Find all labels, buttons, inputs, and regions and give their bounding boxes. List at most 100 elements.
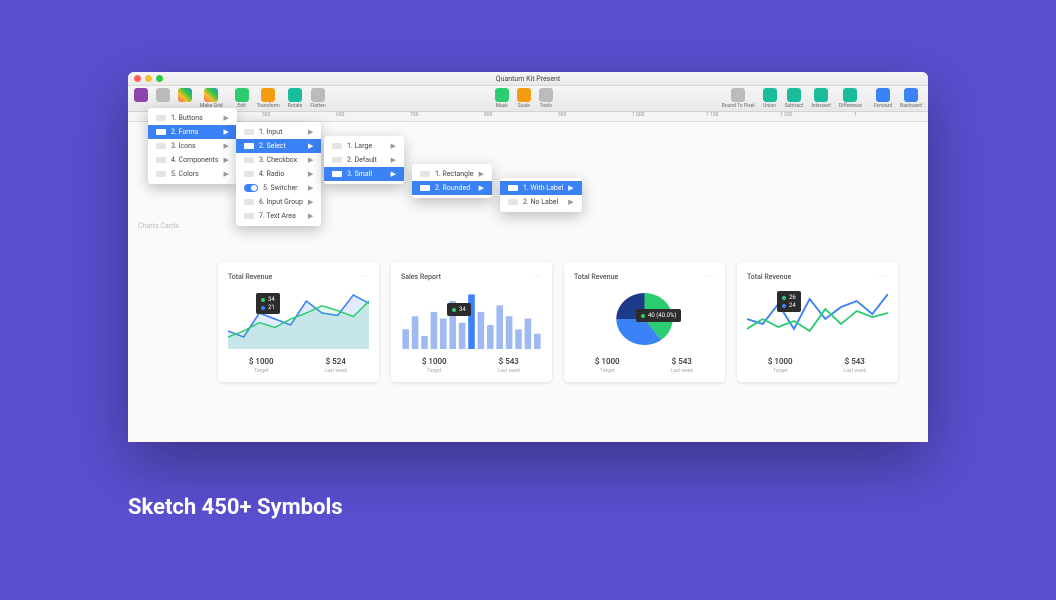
- toolbar-icon[interactable]: [134, 88, 148, 103]
- toolbar-subtract[interactable]: Subtract: [785, 88, 804, 109]
- chevron-right-icon: ▶: [479, 170, 484, 178]
- chevron-right-icon: ▶: [223, 128, 228, 136]
- swatch-icon: [156, 129, 166, 135]
- Tools-icon: [539, 88, 553, 102]
- toolbar-flatten[interactable]: Flatten: [310, 88, 325, 109]
- menu-item-5-colors[interactable]: 5. Colors▶: [148, 167, 237, 181]
- menu-item-label: 1. Input: [259, 128, 282, 136]
- toolbar-round-to-pixel[interactable]: Round To Pixel: [722, 88, 755, 109]
- toolbar: Make Grid Edit Transform Rotate Flatten Mas…: [128, 86, 928, 112]
- menu-rounded-label: 1. With Label▶2. No Label▶: [500, 178, 582, 212]
- menu-item-5-switcher[interactable]: 5. Switcher ▶: [236, 181, 321, 195]
- more-icon[interactable]: ···: [879, 272, 888, 281]
- menu-item-label: 3. Small: [347, 170, 372, 178]
- menu-item-label: 4. Components: [171, 156, 218, 164]
- toolbar-transform[interactable]: Transform: [257, 88, 280, 109]
- chart-area: 40 (40.0%): [574, 289, 715, 349]
- close-icon[interactable]: [134, 75, 141, 82]
- menu-item-label: 4. Radio: [259, 170, 284, 178]
- toolbar-mask[interactable]: Mask: [495, 88, 509, 109]
- chevron-right-icon: ▶: [308, 156, 313, 164]
- toolbar-intersect[interactable]: Intersect: [811, 88, 831, 109]
- menu-item-3-icons[interactable]: 3. Icons▶: [148, 139, 237, 153]
- swatch-icon: [244, 199, 254, 205]
- ruler: 4005006007008009001 0001 1001 2001: [128, 112, 928, 122]
- toolbar-label: Mask: [496, 103, 508, 109]
- menu-item-1-large[interactable]: 1. Large▶: [324, 139, 404, 153]
- menu-item-3-small[interactable]: 3. Small▶: [324, 167, 404, 181]
- menu-item-label: 5. Switcher: [263, 184, 298, 192]
- menu-item-7-text-area[interactable]: 7. Text Area ▶: [236, 209, 321, 223]
- chevron-right-icon: ▶: [308, 212, 313, 220]
- toolbar-label: Union: [763, 103, 776, 109]
- minimize-icon[interactable]: [145, 75, 152, 82]
- menu-item-2-select[interactable]: 2. Select▶: [236, 139, 321, 153]
- more-icon[interactable]: ···: [533, 272, 542, 281]
- menu-item-1-with-label[interactable]: 1. With Label▶: [500, 181, 582, 195]
- Transform-icon: [261, 88, 275, 102]
- toolbar-union[interactable]: Union: [763, 88, 777, 109]
- chevron-right-icon: ▶: [308, 184, 313, 192]
- chevron-right-icon: ▶: [308, 128, 313, 136]
- chart-card: Sales Report···34$ 1000Target$ 543Last w…: [391, 262, 552, 382]
- toolbar-tools[interactable]: Tools: [539, 88, 553, 109]
- toolbar-rotate[interactable]: Rotate: [288, 88, 303, 109]
- menu-item-1-buttons[interactable]: 1. Buttons▶: [148, 111, 237, 125]
- swatch-icon: [244, 129, 254, 135]
- switch-icon: [244, 184, 258, 192]
- menu-item-2-forms[interactable]: 2. Forms▶: [148, 125, 237, 139]
- menu-item-2-default[interactable]: 2. Default▶: [324, 153, 404, 167]
- Backward-icon: [904, 88, 918, 102]
- menu-item-label: 7. Text Area: [259, 212, 296, 220]
- maximize-icon[interactable]: [156, 75, 163, 82]
- menu-item-1-rectangle[interactable]: 1. Rectangle▶: [412, 167, 492, 181]
- Scale-icon: [517, 88, 531, 102]
- menu-item-2-rounded[interactable]: 2. Rounded▶: [412, 181, 492, 195]
- menu-item-6-input-group[interactable]: 6. Input Group▶: [236, 195, 321, 209]
- toolbar-label: Rotate: [288, 103, 303, 109]
- toolbar-difference[interactable]: Difference: [839, 88, 862, 109]
- chevron-right-icon: ▶: [308, 170, 313, 178]
- metric: $ 1000 Target: [228, 357, 295, 374]
- toolbar-scale[interactable]: Scale: [517, 88, 531, 109]
- chart-tooltip: 40 (40.0%): [636, 309, 681, 322]
- chart-tooltip: 34: [447, 303, 471, 316]
- dot-icon: [261, 298, 265, 302]
- toolbar-label: Subtract: [785, 103, 804, 109]
- metric: $ 543Last week: [476, 357, 543, 374]
- metric-label: Last week: [476, 368, 543, 374]
- metric-label: Last week: [303, 368, 370, 374]
- chart-area: 34: [401, 289, 542, 349]
- menu-item-label: 1. Buttons: [171, 114, 203, 122]
- ruler-tick: 1: [854, 112, 928, 121]
- toolbar-icon[interactable]: [156, 88, 170, 103]
- metric-value: $ 1000: [228, 357, 295, 366]
- marketing-caption: Sketch 450+ Symbols: [128, 495, 343, 520]
- metric-value: $ 524: [303, 357, 370, 366]
- tooltip-value: 21: [268, 304, 275, 311]
- menu-forms: 1. Input ▶ 2. Select▶3. Checkbox▶ 4. Radio ▶…: [236, 122, 321, 226]
- chevron-right-icon: ▶: [223, 170, 228, 178]
- dot-icon: [782, 296, 786, 300]
- tooltip-value: 24: [789, 302, 796, 309]
- swatch-icon: [508, 199, 518, 205]
- Subtract-icon: [787, 88, 801, 102]
- toolbar-label: Forward: [874, 103, 892, 109]
- menu-item-1-input[interactable]: 1. Input ▶: [236, 125, 321, 139]
- toolbar-icon[interactable]: [178, 88, 192, 103]
- menu-item-2-no-label[interactable]: 2. No Label▶: [500, 195, 582, 209]
- metric-label: Target: [228, 368, 295, 374]
- card-title: Total Revenue: [747, 273, 791, 281]
- metric: $ 543Last week: [649, 357, 716, 374]
- toolbar-forward[interactable]: Forward: [874, 88, 892, 109]
- tool-icon: [178, 88, 192, 102]
- menu-item-3-checkbox[interactable]: 3. Checkbox▶: [236, 153, 321, 167]
- more-icon[interactable]: ···: [360, 272, 369, 281]
- tooltip-value: 34: [459, 306, 466, 313]
- more-icon[interactable]: ···: [706, 272, 715, 281]
- menu-item-4-radio[interactable]: 4. Radio ▶: [236, 167, 321, 181]
- toolbar-backward[interactable]: Backward: [900, 88, 922, 109]
- toolbar-edit[interactable]: Edit: [235, 88, 249, 109]
- menu-item-4-components[interactable]: 4. Components▶: [148, 153, 237, 167]
- toolbar-make-grid[interactable]: Make Grid: [200, 88, 223, 109]
